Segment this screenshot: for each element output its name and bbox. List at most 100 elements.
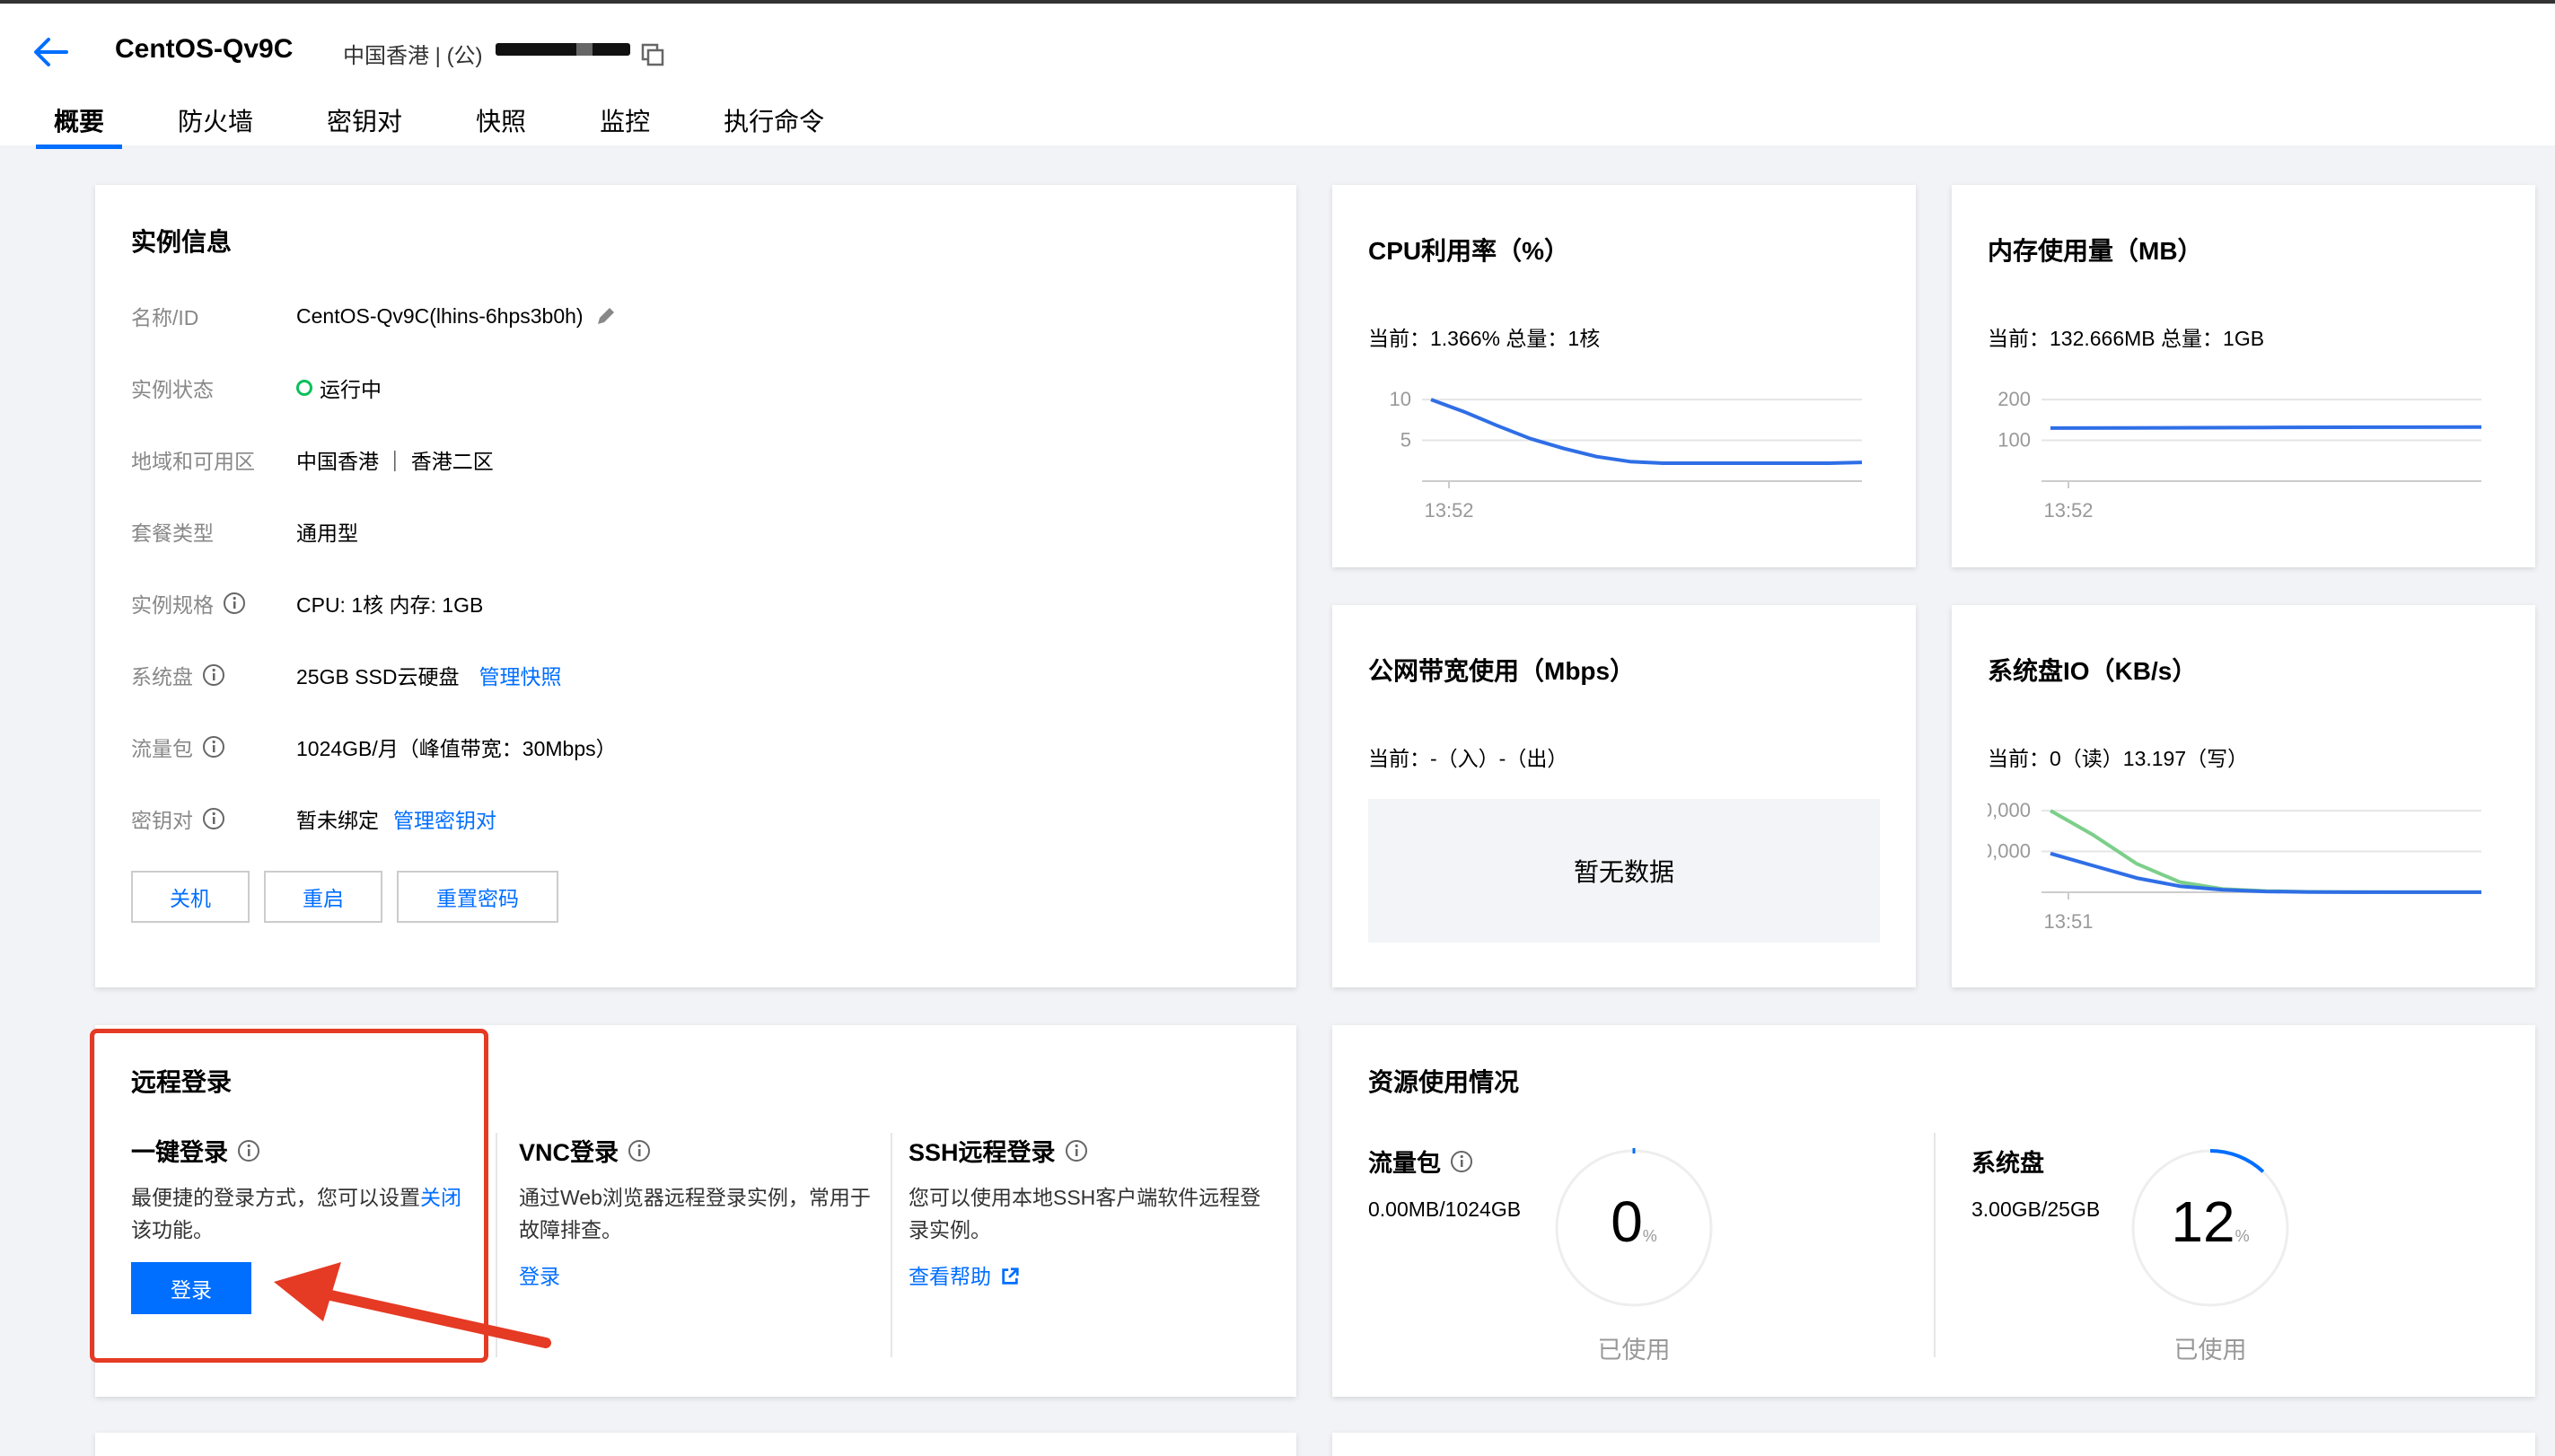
- instance-info-title: 实例信息: [131, 228, 233, 256]
- status-badge: 运行中: [320, 378, 382, 401]
- ssh-login-title: SSH远程登录: [909, 1139, 1056, 1166]
- info-value: CPU: 1核 内存: 1GB: [296, 593, 484, 617]
- info-label: 系统盘: [131, 665, 193, 689]
- traffic-used-caption: 已使用: [1597, 1337, 1671, 1364]
- info-label-wrap: 密钥对: [131, 803, 296, 834]
- info-row-plan: 套餐类型 通用型: [131, 513, 358, 549]
- external-link-icon[interactable]: [1000, 1267, 1020, 1286]
- copy-icon[interactable]: [639, 41, 666, 68]
- partial-card-right: [1332, 1433, 2535, 1456]
- series-line: [1430, 398, 1863, 465]
- vnc-login-desc: 通过Web浏览器远程登录实例，常用于故障排查。: [519, 1186, 871, 1241]
- traffic-value: 0.00MB/1024GB: [1368, 1197, 1522, 1221]
- percent-unit: %: [2235, 1227, 2250, 1245]
- info-circle-icon[interactable]: [628, 1139, 651, 1162]
- memory-chart-title: 内存使用量（MB）: [1988, 237, 2203, 265]
- remote-login-card: 远程登录 一键登录 最便捷的登录方式，您可以设置关闭 该功能。 登录 VNC登录…: [95, 1025, 1296, 1397]
- instance-region: 中国香港 | (公): [343, 44, 483, 68]
- partial-card-left: [95, 1433, 1296, 1456]
- info-value: CentOS-Qv9C(lhins-6hps3b0h): [296, 303, 584, 328]
- x-tick-label: 13:52: [2043, 499, 2093, 522]
- info-label: 实例规格: [131, 593, 214, 617]
- edit-icon[interactable]: [594, 304, 618, 328]
- shutdown-button[interactable]: 关机: [131, 871, 250, 923]
- y-tick-label: 10: [1390, 388, 1411, 410]
- tab-overview[interactable]: 概要: [36, 104, 123, 149]
- y-tick-label: 10,000: [1988, 840, 2031, 863]
- y-tick-label: 20,000: [1988, 799, 2031, 821]
- memory-line-chart: 200 100 13:52: [1997, 388, 2482, 522]
- x-tick-label: 13:52: [1424, 499, 1473, 522]
- ring-progress: [2209, 1149, 2265, 1173]
- instance-info-card: 实例信息 名称/ID CentOS-Qv9C(lhins-6hps3b0h) 实…: [95, 185, 1296, 987]
- resource-usage-title: 资源使用情况: [1368, 1068, 1520, 1096]
- info-circle-icon[interactable]: [1450, 1150, 1473, 1173]
- info-circle-icon[interactable]: [223, 592, 246, 615]
- percent-unit: %: [1642, 1227, 1657, 1245]
- info-value: 暂未绑定: [296, 809, 379, 832]
- memory-current-value: 当前：132.666MB 总量：1GB: [1988, 327, 2265, 350]
- ssh-help-link[interactable]: 查看帮助: [909, 1260, 991, 1293]
- info-circle-icon[interactable]: [1065, 1139, 1088, 1162]
- tab-monitor[interactable]: 监控: [582, 104, 668, 149]
- one-click-login-desc: 最便捷的登录方式，您可以设置关闭 该功能。: [131, 1181, 490, 1246]
- restart-button[interactable]: 重启: [264, 871, 382, 923]
- disk-io-line-chart: 20,000 10,000 13:51: [1988, 799, 2481, 933]
- cpu-chart-card: CPU利用率（%） 当前：1.366% 总量：1核 10 5 13:52: [1332, 185, 1916, 567]
- cpu-line-chart: 10 5 13:52: [1390, 388, 1863, 522]
- disk-label: 系统盘: [1971, 1150, 2044, 1177]
- info-row-name: 名称/ID CentOS-Qv9C(lhins-6hps3b0h): [131, 298, 618, 334]
- manage-snapshot-link[interactable]: 管理快照: [479, 660, 562, 690]
- ssh-login-desc: 您可以使用本地SSH客户端软件远程登录实例。: [909, 1186, 1261, 1241]
- tab-snapshot[interactable]: 快照: [458, 104, 544, 149]
- bandwidth-chart-title: 公网带宽使用（Mbps）: [1368, 657, 1636, 685]
- series-line: [2050, 851, 2481, 894]
- running-status-icon: [296, 380, 312, 396]
- cpu-current-value: 当前：1.366% 总量：1核: [1368, 327, 1601, 350]
- info-value-wrap: 暂未绑定 管理密钥对: [296, 803, 496, 834]
- traffic-label: 流量包: [1368, 1150, 1441, 1177]
- tab-firewall[interactable]: 防火墙: [160, 104, 271, 149]
- info-row-disk: 系统盘 25GB SSD云硬盘 管理快照: [131, 657, 562, 693]
- info-value-wrap: CentOS-Qv9C(lhins-6hps3b0h): [296, 304, 618, 329]
- divider: [496, 1133, 497, 1357]
- traffic-label-wrap: 流量包: [1368, 1144, 1473, 1179]
- desc-text: 最便捷的登录方式，您可以设置: [131, 1186, 420, 1209]
- info-value: 25GB SSD云硬盘: [296, 665, 460, 689]
- back-arrow-icon[interactable]: [32, 36, 68, 68]
- disk-used-caption: 已使用: [2173, 1337, 2247, 1364]
- info-circle-icon[interactable]: [202, 807, 225, 830]
- redacted-ip: [496, 43, 630, 56]
- info-label-wrap: 系统盘: [131, 660, 296, 690]
- info-value-wrap: 运行中: [296, 373, 382, 403]
- series-line: [2050, 425, 2482, 430]
- tab-run-command[interactable]: 执行命令: [706, 104, 842, 149]
- info-value-wrap: 25GB SSD云硬盘 管理快照: [296, 660, 562, 690]
- info-label-wrap: 流量包: [131, 732, 296, 762]
- info-circle-icon[interactable]: [202, 663, 225, 687]
- x-tick-label: 13:51: [2043, 910, 2093, 933]
- vnc-login-link[interactable]: 登录: [519, 1260, 560, 1293]
- reset-password-button[interactable]: 重置密码: [397, 871, 558, 923]
- info-row-traffic: 流量包 1024GB/月（峰值带宽：30Mbps）: [131, 729, 617, 765]
- tab-keypair[interactable]: 密钥对: [309, 104, 420, 149]
- percent-number: 12: [2171, 1189, 2235, 1254]
- disk-io-current-value: 当前：0（读）13.197（写）: [1988, 747, 2249, 770]
- info-circle-icon[interactable]: [237, 1139, 260, 1162]
- y-tick-label: 200: [1997, 388, 2031, 410]
- no-data-placeholder: 暂无数据: [1368, 799, 1880, 943]
- info-row-status: 实例状态 运行中: [131, 370, 382, 406]
- disable-feature-link[interactable]: 关闭: [420, 1186, 461, 1209]
- info-circle-icon[interactable]: [202, 735, 225, 759]
- tab-bar: 概要 防火墙 密钥对 快照 监控 执行命令: [36, 104, 880, 149]
- one-click-login-title: 一键登录: [131, 1139, 228, 1166]
- ssh-help-link-wrap: 查看帮助: [909, 1260, 1020, 1293]
- info-row-keypair: 密钥对 暂未绑定 管理密钥对: [131, 801, 496, 837]
- bandwidth-chart-card: 公网带宽使用（Mbps） 当前：-（入）-（出） 暂无数据: [1332, 605, 1916, 987]
- info-label: 流量包: [131, 737, 193, 760]
- percent-number: 0: [1611, 1189, 1643, 1254]
- manage-keypair-link[interactable]: 管理密钥对: [393, 803, 496, 834]
- info-value: 中国香港 ｜ 香港二区: [296, 450, 494, 473]
- one-click-login-button[interactable]: 登录: [131, 1262, 251, 1314]
- disk-io-chart-title: 系统盘IO（KB/s）: [1988, 657, 2198, 685]
